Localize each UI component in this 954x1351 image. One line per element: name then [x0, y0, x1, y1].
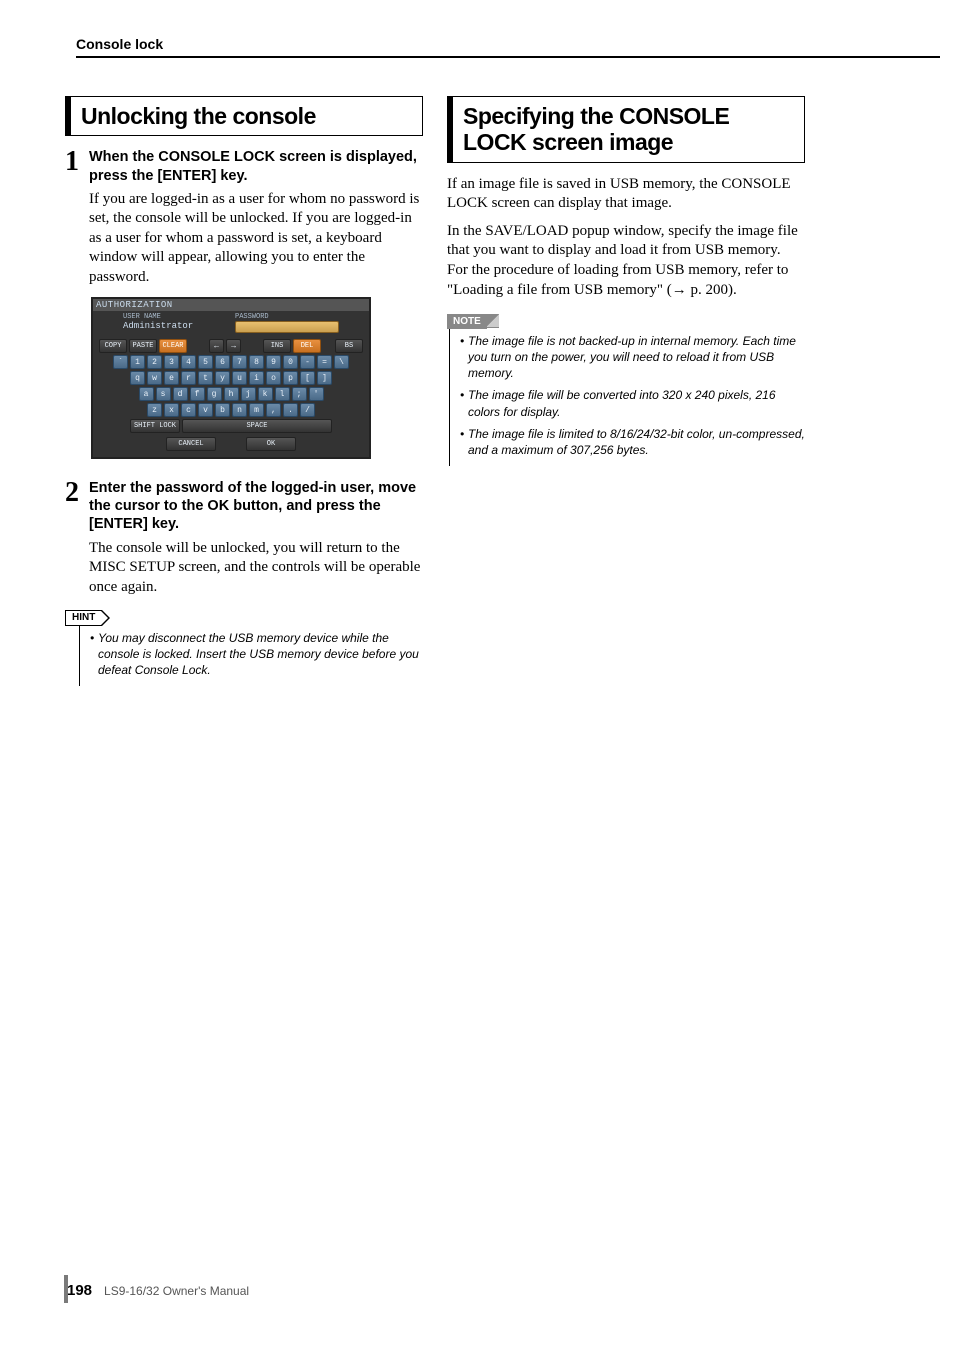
- step-1: 1 When the CONSOLE LOCK screen is displa…: [65, 148, 423, 287]
- key-a[interactable]: a: [139, 387, 154, 401]
- key-c[interactable]: c: [181, 403, 196, 417]
- key-4[interactable]: 4: [181, 355, 196, 369]
- key-v[interactable]: v: [198, 403, 213, 417]
- key-p[interactable]: p: [283, 371, 298, 385]
- key-arrow-right[interactable]: →: [226, 339, 241, 353]
- key-k[interactable]: k: [258, 387, 273, 401]
- key-3[interactable]: 3: [164, 355, 179, 369]
- key-period[interactable]: .: [283, 403, 298, 417]
- ok-button[interactable]: OK: [246, 437, 296, 451]
- key-x[interactable]: x: [164, 403, 179, 417]
- key-l[interactable]: l: [275, 387, 290, 401]
- hint-label: HINT: [65, 610, 110, 626]
- authorization-keyboard-popup: AUTHORIZATION USER NAME Administrator PA…: [91, 297, 371, 459]
- header-section-label: Console lock: [76, 36, 163, 52]
- username-label: USER NAME: [123, 313, 227, 321]
- key-paste[interactable]: PASTE: [129, 339, 157, 353]
- key-backslash[interactable]: \: [334, 355, 349, 369]
- key-shift-lock[interactable]: SHIFT LOCK: [130, 419, 180, 433]
- username-value: Administrator: [123, 321, 227, 331]
- key-0[interactable]: 0: [283, 355, 298, 369]
- key-r[interactable]: r: [181, 371, 196, 385]
- key-9[interactable]: 9: [266, 355, 281, 369]
- note-box: NOTE The image file is not backed-up in …: [447, 311, 805, 466]
- step-1-heading: When the CONSOLE LOCK screen is displaye…: [89, 148, 423, 184]
- key-5[interactable]: 5: [198, 355, 213, 369]
- arrow-right-icon: →: [672, 281, 687, 298]
- footer-manual-label: LS9-16/32 Owner's Manual: [104, 1284, 249, 1298]
- key-j[interactable]: j: [241, 387, 256, 401]
- password-input[interactable]: [235, 321, 339, 333]
- note-label: NOTE: [447, 314, 499, 329]
- note-item: The image file will be converted into 32…: [460, 387, 805, 419]
- key-ins[interactable]: INS: [263, 339, 291, 353]
- key-e[interactable]: e: [164, 371, 179, 385]
- note-item: The image file is limited to 8/16/24/32-…: [460, 426, 805, 458]
- key-slash[interactable]: /: [300, 403, 315, 417]
- key-8[interactable]: 8: [249, 355, 264, 369]
- hint-arrow-icon: [102, 610, 110, 626]
- page-number: 198: [67, 1282, 92, 1299]
- step-2-heading: Enter the password of the logged-in user…: [89, 479, 423, 533]
- popup-title: AUTHORIZATION: [93, 299, 369, 311]
- key-del[interactable]: DEL: [293, 339, 321, 353]
- key-space[interactable]: SPACE: [182, 419, 332, 433]
- key-copy[interactable]: COPY: [99, 339, 127, 353]
- right-body-a: If an image file is saved in USB memory,…: [447, 175, 805, 214]
- key-comma[interactable]: ,: [266, 403, 281, 417]
- step-2-text: The console will be unlocked, you will r…: [89, 539, 423, 598]
- password-label: PASSWORD: [235, 313, 339, 321]
- key-n[interactable]: n: [232, 403, 247, 417]
- right-body-b: In the SAVE/LOAD popup window, specify t…: [447, 222, 805, 301]
- key-b[interactable]: b: [215, 403, 230, 417]
- note-flag-icon: [487, 314, 499, 328]
- key-q[interactable]: q: [130, 371, 145, 385]
- key-o[interactable]: o: [266, 371, 281, 385]
- step-1-text: If you are logged-in as a user for whom …: [89, 190, 423, 288]
- step-1-number: 1: [65, 148, 89, 287]
- key-bracket-r[interactable]: ]: [317, 371, 332, 385]
- section-title-unlocking: Unlocking the console: [65, 96, 423, 136]
- key-bs[interactable]: BS: [335, 339, 363, 353]
- key-s[interactable]: s: [156, 387, 171, 401]
- key-y[interactable]: y: [215, 371, 230, 385]
- hint-item: You may disconnect the USB memory device…: [90, 630, 423, 679]
- key-quote[interactable]: ': [309, 387, 324, 401]
- key-u[interactable]: u: [232, 371, 247, 385]
- key-f[interactable]: f: [190, 387, 205, 401]
- key-6[interactable]: 6: [215, 355, 230, 369]
- note-item: The image file is not backed-up in inter…: [460, 333, 805, 382]
- key-backtick[interactable]: `: [113, 355, 128, 369]
- key-clear[interactable]: CLEAR: [159, 339, 187, 353]
- step-2-number: 2: [65, 479, 89, 597]
- key-1[interactable]: 1: [130, 355, 145, 369]
- key-bracket-l[interactable]: [: [300, 371, 315, 385]
- key-w[interactable]: w: [147, 371, 162, 385]
- key-7[interactable]: 7: [232, 355, 247, 369]
- section-title-screen-image: Specifying the CONSOLE LOCK screen image: [447, 96, 805, 163]
- key-i[interactable]: i: [249, 371, 264, 385]
- key-m[interactable]: m: [249, 403, 264, 417]
- header-rule: [76, 56, 940, 58]
- key-semicolon[interactable]: ;: [292, 387, 307, 401]
- key-z[interactable]: z: [147, 403, 162, 417]
- hint-box: HINT You may disconnect the USB memory d…: [65, 607, 423, 686]
- key-d[interactable]: d: [173, 387, 188, 401]
- step-2: 2 Enter the password of the logged-in us…: [65, 479, 423, 597]
- key-equals[interactable]: =: [317, 355, 332, 369]
- hint-label-text: HINT: [65, 610, 102, 626]
- key-arrow-left[interactable]: ←: [209, 339, 224, 353]
- key-minus[interactable]: -: [300, 355, 315, 369]
- key-2[interactable]: 2: [147, 355, 162, 369]
- key-g[interactable]: g: [207, 387, 222, 401]
- note-label-text: NOTE: [447, 314, 487, 329]
- key-t[interactable]: t: [198, 371, 213, 385]
- key-h[interactable]: h: [224, 387, 239, 401]
- cancel-button[interactable]: CANCEL: [166, 437, 216, 451]
